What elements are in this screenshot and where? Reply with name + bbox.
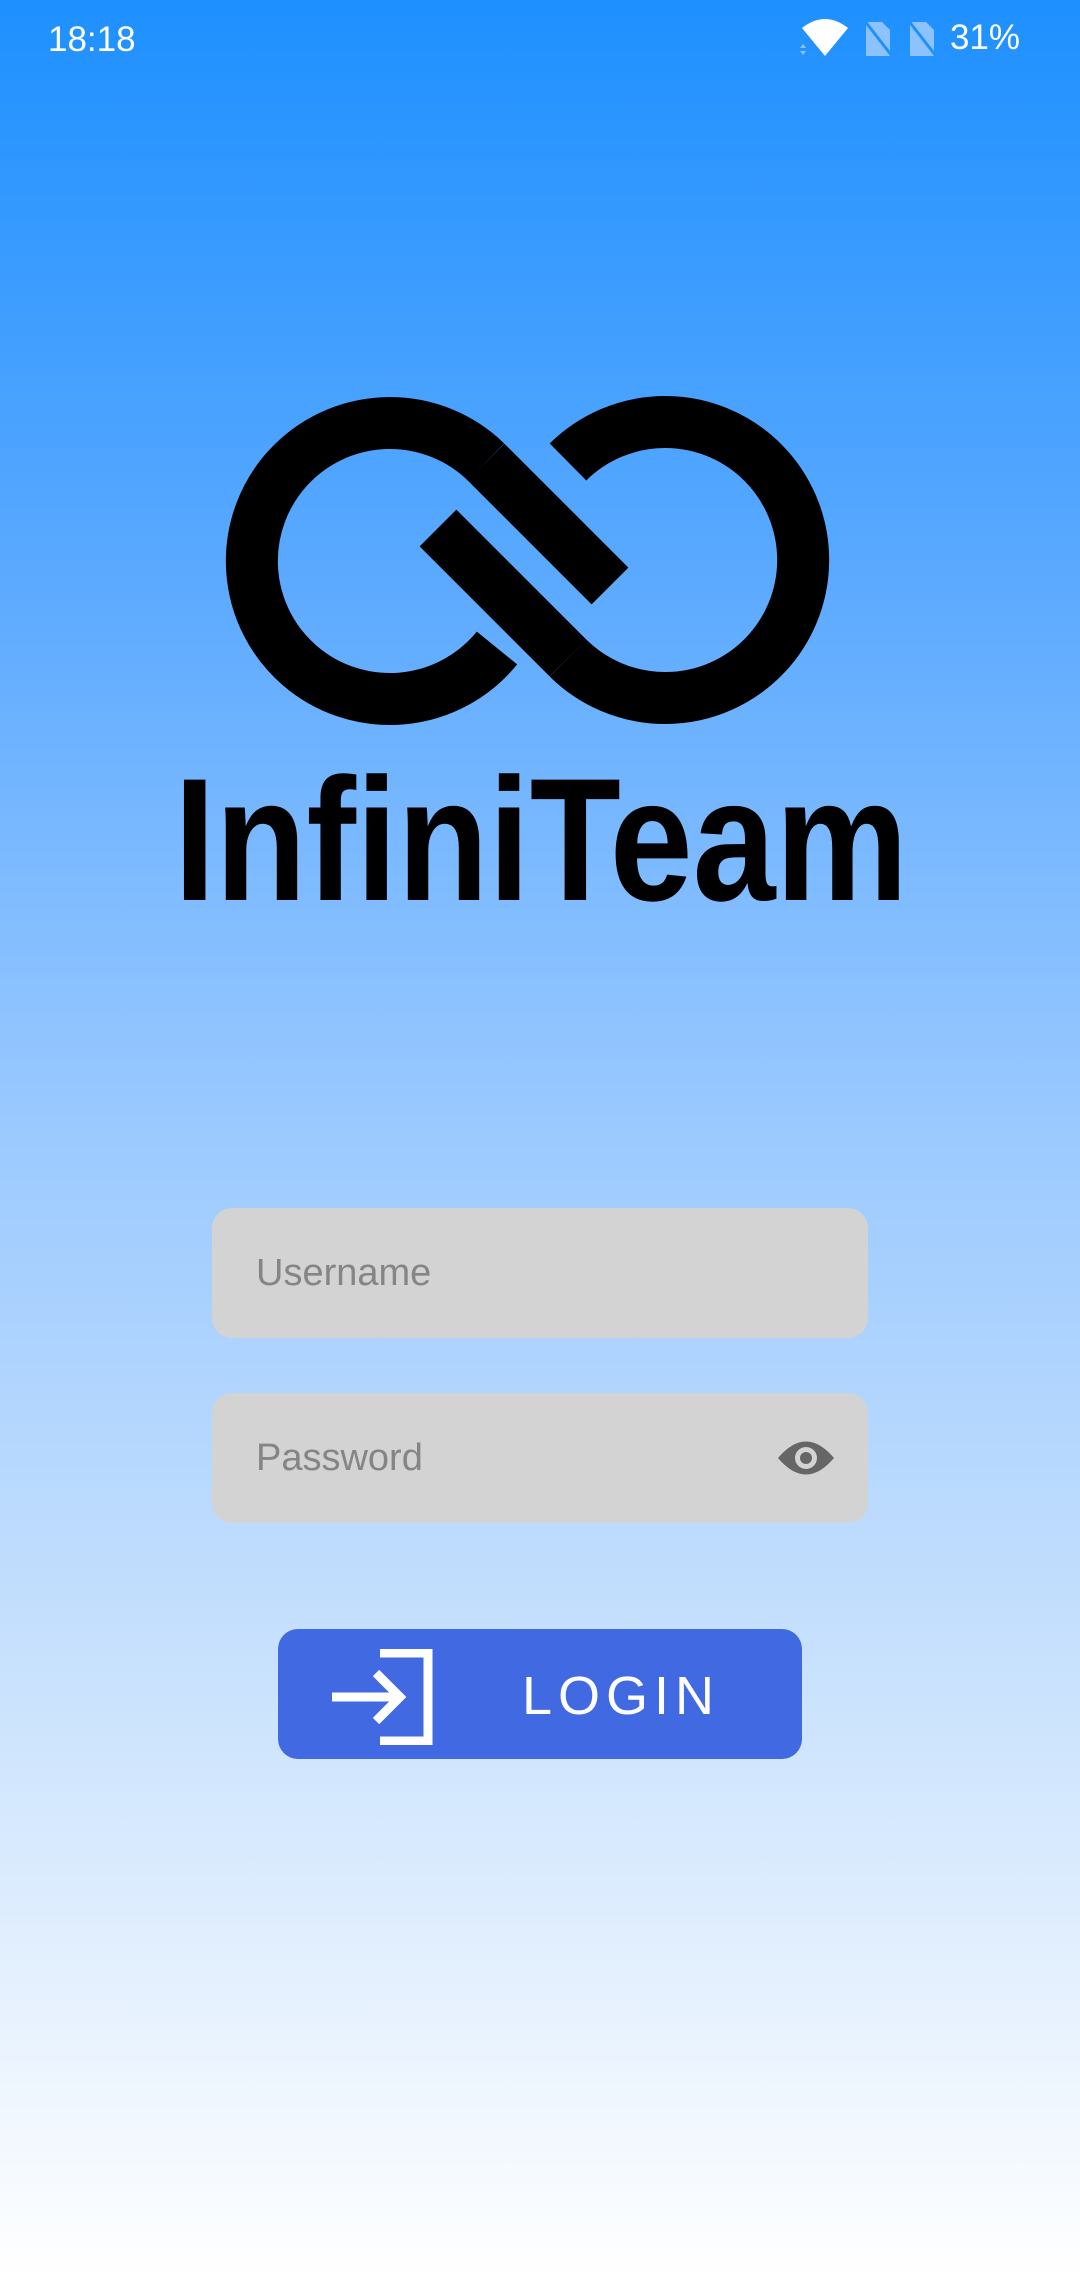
username-field[interactable] bbox=[212, 1208, 868, 1338]
username-input[interactable] bbox=[254, 1250, 738, 1296]
infiniteam-logo: InfiniTeam bbox=[174, 396, 908, 938]
brand-wordmark: InfiniTeam bbox=[174, 743, 908, 938]
infinity-icon bbox=[225, 396, 830, 725]
show-password-eye-icon[interactable] bbox=[776, 1437, 836, 1479]
password-field[interactable] bbox=[212, 1393, 868, 1523]
login-label: LOGIN bbox=[522, 1666, 721, 1726]
login-button[interactable]: LOGIN bbox=[278, 1629, 802, 1759]
login-icon bbox=[332, 1649, 433, 1745]
password-input[interactable] bbox=[254, 1435, 738, 1481]
